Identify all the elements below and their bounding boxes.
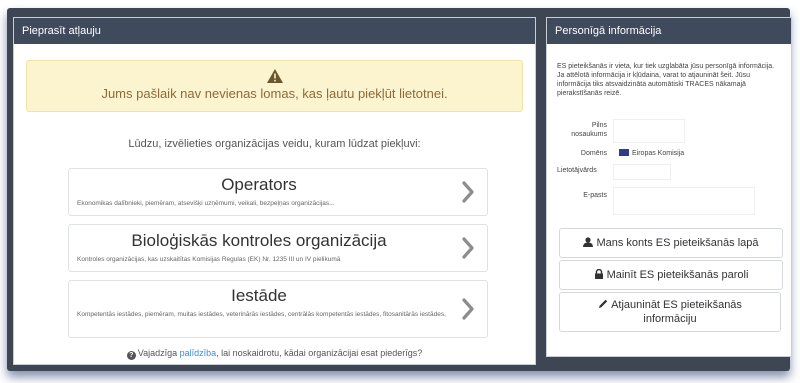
domain-value: Eiropas Komisija <box>619 149 684 157</box>
update-info-button[interactable]: Atjaunināt ES pieteikšanās informāciju <box>559 292 781 332</box>
pencil-icon <box>599 299 608 308</box>
change-password-button[interactable]: Mainīt ES pieteikšanās paroli <box>559 260 783 290</box>
username-label: Lietotājvārds <box>557 167 597 174</box>
request-permission-panel: Pieprasīt atļauju Jums pašlaik nav nevie… <box>13 17 536 365</box>
username-value <box>613 164 671 180</box>
org-title: Operators <box>221 175 297 194</box>
chevron-right-icon <box>462 181 474 203</box>
my-account-button[interactable]: Mans konts ES pieteikšanās lapā <box>559 228 783 258</box>
domain-label: Domēns <box>580 150 607 157</box>
personal-info-panel: Personīgā informācija ES pieteikšanās ir… <box>546 17 792 357</box>
full-name-label: Pilns nosaukums <box>571 122 607 138</box>
help-text-before: Vajadzīga <box>137 348 180 358</box>
user-icon <box>583 237 594 247</box>
alert-message: Jums pašlaik nav nevienas lomas, kas ļau… <box>101 86 448 101</box>
org-card-authority[interactable]: Iestāde Kompetentās iestādes, piemēram, … <box>68 280 488 338</box>
email-label: E-pasts <box>583 192 607 199</box>
app-frame: Pieprasīt atļauju Jums pašlaik nav nevie… <box>7 8 792 371</box>
org-title: Bioloģiskās kontroles organizācija <box>131 231 387 250</box>
org-card-bio-control[interactable]: Bioloģiskās kontroles organizācija Kontr… <box>68 224 488 272</box>
request-permission-header: Pieprasīt atļauju <box>14 18 535 44</box>
org-description: Kompetentās iestādes, piemēram, muitas i… <box>77 311 446 318</box>
chevron-right-icon <box>462 237 474 259</box>
help-text: ? Vajadzīga palīdzība, lai noskaidrotu, k… <box>14 348 535 360</box>
email-value <box>613 187 755 215</box>
warning-icon <box>266 69 283 83</box>
org-card-operators[interactable]: Operators Ekonomikas dalībnieki, piemēra… <box>68 168 488 216</box>
personal-info-description: ES pieteikšanās ir vieta, kur tiek uzgla… <box>557 63 775 97</box>
org-description: Kontroles organizācijas, kas uzskaitītas… <box>77 256 341 263</box>
full-name-value <box>613 119 685 143</box>
question-icon: ? <box>126 351 136 360</box>
help-link[interactable]: palīdzība <box>180 348 217 358</box>
chevron-right-icon <box>462 298 474 320</box>
lock-icon <box>594 269 603 279</box>
eu-flag-icon <box>619 149 629 156</box>
help-text-after: , lai noskaidrotu, kādai organizācijai e… <box>216 348 423 358</box>
no-roles-alert: Jums pašlaik nav nevienas lomas, kas ļau… <box>26 60 523 112</box>
personal-info-header: Personīgā informācija <box>547 18 791 44</box>
org-title: Iestāde <box>231 286 287 305</box>
org-type-prompt: Lūdzu, izvēlieties organizācijas veidu, … <box>128 138 421 150</box>
org-description: Ekonomikas dalībnieki, piemēram, atseviš… <box>77 200 335 207</box>
